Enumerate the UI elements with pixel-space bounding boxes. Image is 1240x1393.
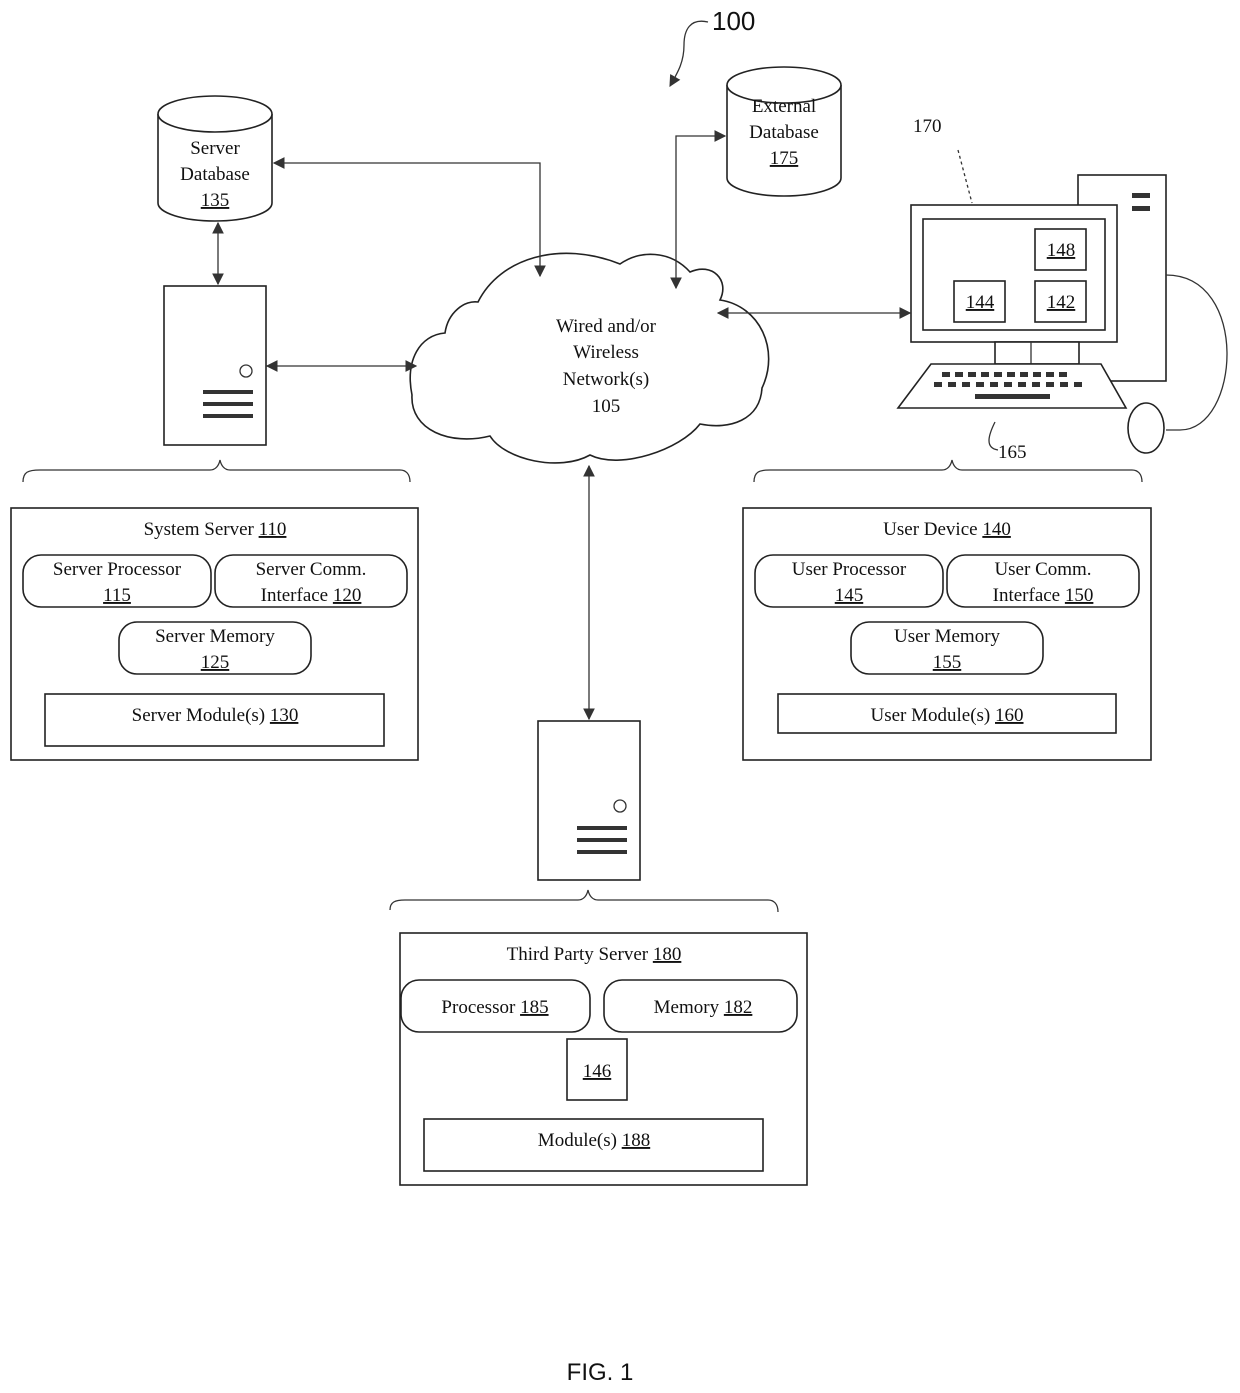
third-party-component-ref: 146 bbox=[583, 1061, 612, 1082]
server-comm-label: Server Comm. bbox=[256, 559, 367, 580]
figure-caption: FIG. 1 bbox=[567, 1359, 634, 1386]
external-database-label-2: Database bbox=[749, 122, 819, 143]
user-modules-label: User Module(s) 160 bbox=[870, 705, 1023, 726]
user-processor-label: User Processor bbox=[792, 559, 907, 580]
figure-ref-label: 100 bbox=[712, 6, 755, 36]
server-database: Server Database 135 bbox=[157, 95, 273, 222]
server-comm-label-2: Interface 120 bbox=[261, 585, 362, 606]
user-memory-ref: 155 bbox=[933, 652, 962, 673]
third-party-processor-label: Processor 185 bbox=[441, 997, 548, 1018]
user-memory-label: User Memory bbox=[894, 626, 1001, 647]
third-party-memory-label: Memory 182 bbox=[654, 997, 753, 1018]
user-device-box: User Device 140 User Processor 145 User … bbox=[742, 507, 1152, 761]
user-comm-label-2: Interface 150 bbox=[993, 585, 1094, 606]
network-label-line1: Wired and/or bbox=[556, 316, 657, 337]
screen-item-142-label: 142 bbox=[1047, 292, 1076, 313]
server-database-label-2: Database bbox=[180, 164, 250, 185]
server-memory-ref: 125 bbox=[201, 652, 230, 673]
network-ref: 105 bbox=[592, 396, 621, 417]
network-label-line2: Wireless bbox=[573, 342, 639, 363]
system-server-title: System Server 110 bbox=[144, 519, 287, 540]
user-computer-icon: 170 148 144 142 165 bbox=[896, 116, 1228, 463]
user-processor-ref: 145 bbox=[835, 585, 864, 606]
mouse-cable bbox=[1165, 274, 1228, 431]
external-database-ref: 175 bbox=[770, 148, 799, 169]
third-party-server-tower-icon bbox=[537, 720, 641, 881]
screen-item-148-label: 148 bbox=[1047, 240, 1076, 261]
server-modules-label: Server Module(s) 130 bbox=[132, 705, 299, 726]
third-party-modules-label: Module(s) 188 bbox=[538, 1130, 650, 1151]
user-device-brace bbox=[753, 459, 1143, 483]
screen-item-144-label: 144 bbox=[966, 292, 995, 313]
third-party-server-title: Third Party Server 180 bbox=[507, 944, 682, 965]
server-memory-label: Server Memory bbox=[155, 626, 275, 647]
keyboard-ref: 165 bbox=[998, 442, 1027, 463]
system-server-tower-icon bbox=[163, 285, 267, 446]
server-db-network-link bbox=[272, 157, 546, 278]
server-processor-label: Server Processor bbox=[53, 559, 182, 580]
network-cloud: Wired and/or Wireless Network(s) 105 bbox=[409, 252, 770, 464]
external-database-label: External bbox=[752, 96, 816, 117]
third-party-server-box: Third Party Server 180 Processor 185 Mem… bbox=[399, 932, 808, 1186]
server-processor-ref: 115 bbox=[103, 585, 131, 606]
system-diagram: 100 Server Database 135 External Databas… bbox=[10, 6, 1228, 1386]
mouse bbox=[1127, 402, 1165, 454]
display-ref: 170 bbox=[913, 116, 942, 137]
server-database-label: Server bbox=[190, 138, 240, 159]
user-comm-label: User Comm. bbox=[994, 559, 1091, 580]
external-database: External Database 175 bbox=[726, 66, 842, 197]
network-label-line3: Network(s) bbox=[563, 369, 650, 390]
user-device-title: User Device 140 bbox=[883, 519, 1011, 540]
third-party-brace bbox=[389, 889, 779, 913]
server-database-ref: 135 bbox=[201, 190, 230, 211]
system-server-brace bbox=[22, 459, 411, 483]
system-server-box: System Server 110 Server Processor 115 S… bbox=[10, 507, 419, 761]
